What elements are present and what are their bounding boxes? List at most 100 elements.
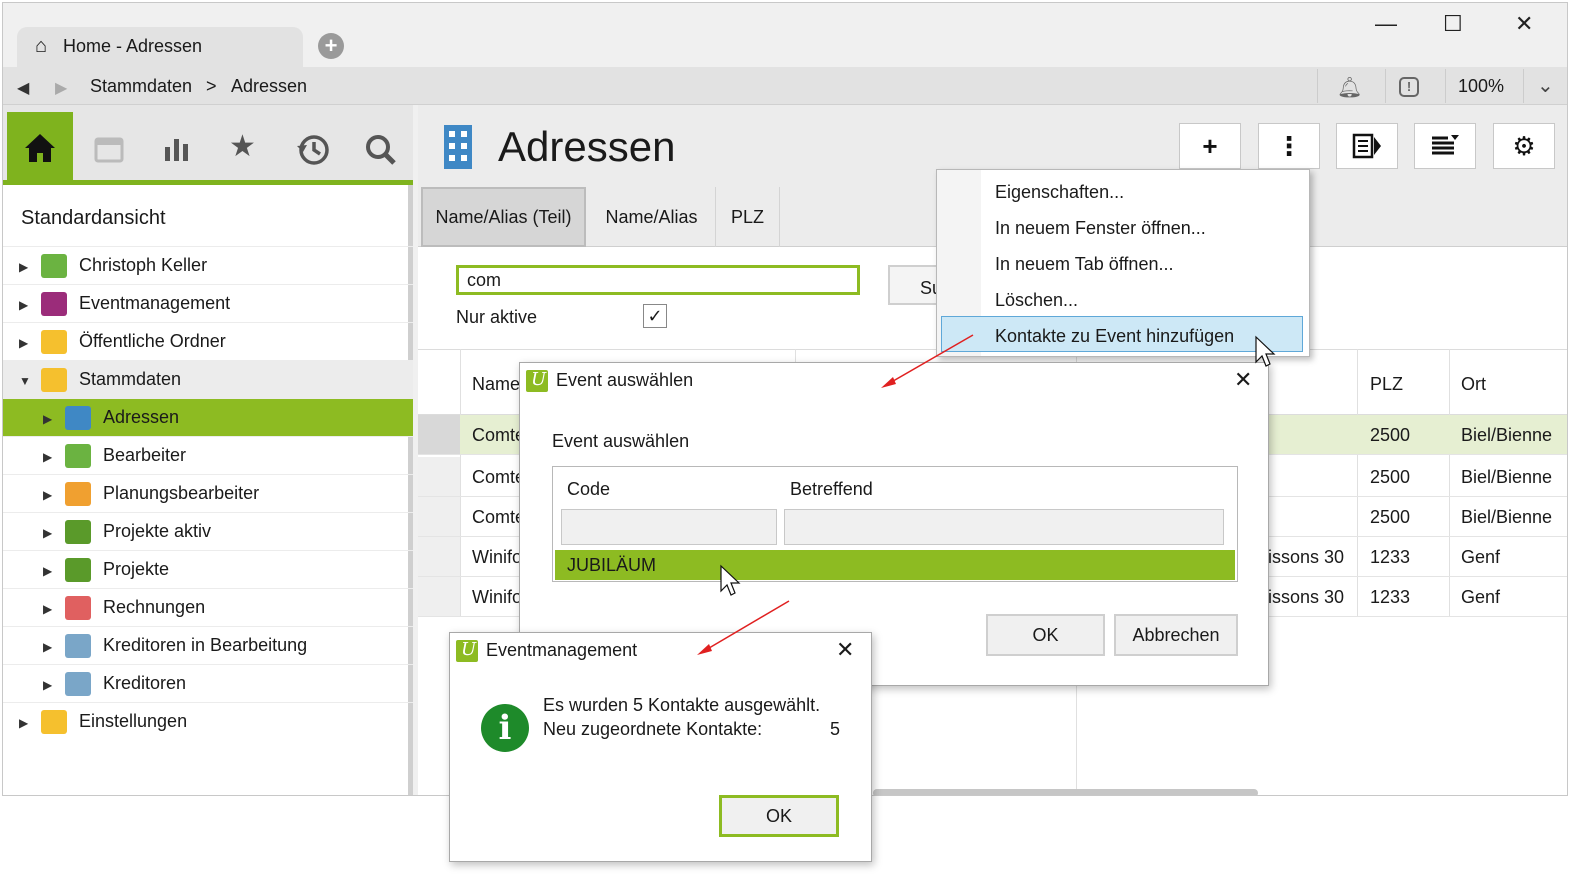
event-row-selected[interactable]: JUBILÄUM bbox=[555, 550, 1235, 580]
row-selector[interactable] bbox=[418, 577, 460, 616]
sidebar-item[interactable]: ▶ Eventmanagement bbox=[3, 284, 413, 322]
row-selector[interactable] bbox=[418, 415, 460, 454]
list-options-button[interactable] bbox=[1414, 123, 1476, 169]
expand-right-icon[interactable]: ▶ bbox=[43, 602, 55, 616]
menu-item-eigenschaften[interactable]: Eigenschaften... bbox=[995, 182, 1124, 203]
col-ort[interactable]: Ort bbox=[1461, 374, 1486, 395]
expand-right-icon[interactable]: ▶ bbox=[43, 526, 55, 540]
history-icon[interactable] bbox=[295, 132, 331, 168]
ok-button[interactable]: OK bbox=[719, 795, 839, 837]
menu-item-kontakte-zu-event[interactable]: Kontakte zu Event hinzufügen bbox=[995, 326, 1234, 347]
nav-bar: ★ bbox=[3, 105, 413, 185]
alert-icon[interactable]: ! bbox=[1399, 77, 1419, 97]
col-name[interactable]: Name bbox=[472, 374, 520, 395]
ok-button[interactable]: OK bbox=[986, 614, 1105, 656]
sidebar-item[interactable]: ▶ Einstellungen bbox=[3, 702, 413, 740]
tab-name-alias-teil[interactable]: Name/Alias (Teil) bbox=[421, 187, 586, 247]
sidebar-item[interactable]: ▶ Projekte aktiv bbox=[3, 512, 413, 550]
forward-icon[interactable]: ▶ bbox=[55, 78, 67, 98]
sidebar-item[interactable]: ▶ Rechnungen bbox=[3, 588, 413, 626]
nav-home-button[interactable] bbox=[7, 112, 73, 180]
horizontal-scrollbar[interactable] bbox=[873, 789, 1258, 795]
menu-item-loeschen[interactable]: Löschen... bbox=[995, 290, 1078, 311]
new-tab-icon[interactable]: + bbox=[318, 33, 344, 59]
bell-icon[interactable]: 🔔︎ bbox=[1337, 75, 1362, 100]
close-icon[interactable]: ✕ bbox=[836, 637, 854, 663]
sidebar-item[interactable]: ▶ Adressen bbox=[3, 398, 413, 436]
cell-plz: 2500 bbox=[1370, 507, 1411, 527]
filter-code-input[interactable] bbox=[561, 509, 777, 545]
view-title: Standardansicht bbox=[21, 207, 166, 229]
breadcrumb-separator: > bbox=[206, 76, 217, 96]
tab-name-alias[interactable]: Name/Alias bbox=[588, 187, 716, 247]
minimize-button[interactable]: — bbox=[1375, 11, 1397, 37]
back-icon[interactable]: ◀ bbox=[17, 78, 29, 98]
calendar-icon[interactable] bbox=[93, 133, 125, 165]
only-active-checkbox[interactable]: ✓ bbox=[643, 304, 667, 328]
expand-right-icon[interactable]: ▶ bbox=[19, 336, 31, 350]
col-betreffend[interactable]: Betreffend bbox=[790, 479, 873, 500]
dialog-heading: Event auswählen bbox=[552, 431, 690, 451]
cell-street: issons 30 bbox=[1268, 587, 1345, 607]
invoice-icon bbox=[65, 595, 91, 620]
search-input[interactable]: com bbox=[456, 265, 860, 295]
event-grid: Code Betreffend JUBILÄUM bbox=[552, 466, 1238, 582]
dialog-title: Event auswählen bbox=[556, 370, 694, 390]
row-selector[interactable] bbox=[418, 457, 460, 496]
sidebar-item-label: Stammdaten bbox=[79, 369, 182, 389]
cell-street: issons 30 bbox=[1268, 547, 1345, 567]
add-button[interactable]: + bbox=[1179, 123, 1241, 169]
sidebar-item[interactable]: ▶ Christoph Keller bbox=[3, 246, 413, 284]
row-selector[interactable] bbox=[418, 497, 460, 536]
cancel-button[interactable]: Abbrechen bbox=[1114, 614, 1238, 656]
sidebar-item[interactable]: ▶ Bearbeiter bbox=[3, 436, 413, 474]
expand-right-icon[interactable]: ▶ bbox=[43, 412, 55, 426]
expand-down-icon[interactable]: ▼ bbox=[19, 374, 31, 388]
folder-icon bbox=[41, 367, 67, 392]
sidebar-item-label: Projekte bbox=[103, 559, 170, 579]
breadcrumb-stammdaten[interactable]: Stammdaten bbox=[90, 76, 192, 97]
filter-betreffend-input[interactable] bbox=[784, 509, 1224, 545]
sidebar-item[interactable]: ▶ Öffentliche Ordner bbox=[3, 322, 413, 360]
sidebar-item[interactable]: ▶ Kreditoren bbox=[3, 664, 413, 702]
sidebar-item[interactable]: ▶ Kreditoren in Bearbeitung bbox=[3, 626, 413, 664]
sidebar-item[interactable]: ▶ Planungsbearbeiter bbox=[3, 474, 413, 512]
addr-divider bbox=[1317, 69, 1318, 103]
maximize-button[interactable]: ☐ bbox=[1443, 11, 1463, 37]
expand-right-icon[interactable]: ▶ bbox=[43, 450, 55, 464]
detail-view-button[interactable] bbox=[1336, 123, 1398, 169]
close-button[interactable]: ✕ bbox=[1515, 11, 1533, 37]
close-icon[interactable]: ✕ bbox=[1234, 367, 1252, 393]
col-code[interactable]: Code bbox=[567, 479, 610, 500]
menu-item-neues-fenster[interactable]: In neuem Fenster öffnen... bbox=[995, 218, 1206, 239]
sidebar-item[interactable]: ▼ Stammdaten bbox=[3, 360, 413, 398]
info-line-1: Es wurden 5 Kontakte ausgewählt. bbox=[543, 695, 821, 715]
breadcrumb-adressen[interactable]: Adressen bbox=[231, 76, 307, 97]
cell-ort: Biel/Bienne bbox=[1461, 507, 1553, 527]
more-options-button[interactable]: ⋮ bbox=[1258, 123, 1320, 169]
expand-right-icon[interactable]: ▶ bbox=[43, 488, 55, 502]
detail-view-icon bbox=[1352, 133, 1381, 159]
sidebar-item[interactable]: ▶ Projekte bbox=[3, 550, 413, 588]
settings-button[interactable]: ⚙ bbox=[1493, 123, 1555, 169]
sidebar-item-label: Adressen bbox=[103, 407, 180, 427]
tab-plz[interactable]: PLZ bbox=[716, 187, 780, 247]
expand-right-icon[interactable]: ▶ bbox=[43, 678, 55, 692]
chart-icon[interactable] bbox=[161, 133, 193, 165]
expand-right-icon[interactable]: ▶ bbox=[43, 564, 55, 578]
star-icon[interactable]: ★ bbox=[229, 129, 256, 164]
col-plz[interactable]: PLZ bbox=[1370, 374, 1403, 395]
expand-right-icon[interactable]: ▶ bbox=[43, 640, 55, 654]
expand-right-icon[interactable]: ▶ bbox=[19, 298, 31, 312]
project-icon bbox=[65, 519, 91, 544]
row-selector[interactable] bbox=[418, 537, 460, 576]
expand-right-icon[interactable]: ▶ bbox=[19, 260, 31, 274]
user-icon bbox=[65, 481, 91, 506]
menu-item-neuer-tab[interactable]: In neuem Tab öffnen... bbox=[995, 254, 1173, 275]
expand-right-icon[interactable]: ▶ bbox=[19, 716, 31, 730]
sidebar-item-label: Christoph Keller bbox=[79, 255, 208, 275]
search-icon[interactable] bbox=[363, 132, 399, 168]
zoom-level[interactable]: 100% bbox=[1458, 76, 1504, 97]
chevron-down-icon[interactable]: ⌄ bbox=[1537, 73, 1554, 98]
tree-view: ▶ Christoph Keller ▶ Eventmanagement ▶ Öffent… bbox=[3, 246, 413, 740]
